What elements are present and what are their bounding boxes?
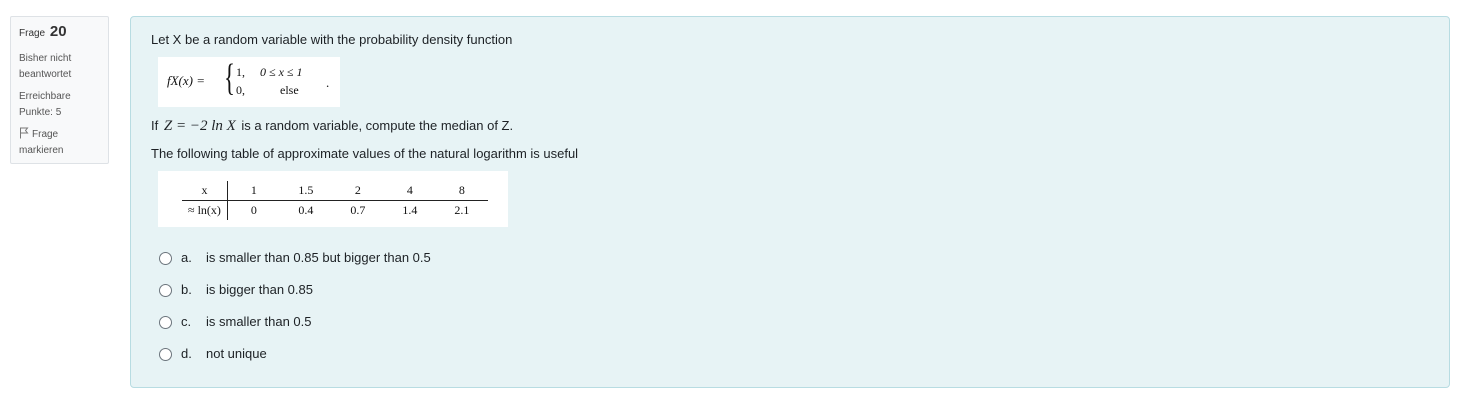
question-label: Frage bbox=[19, 28, 46, 39]
answer-letter: a. bbox=[181, 250, 192, 265]
ln-table-box: x 1 1.5 2 4 8 ≈ ln(x) 0 0.4 0.7 1.4 2.1 bbox=[158, 171, 508, 227]
flag-line-2: markieren bbox=[19, 145, 64, 156]
flag-icon bbox=[20, 127, 29, 139]
task-suffix: is a random variable, compute the median… bbox=[241, 118, 514, 133]
case1-condition: 0 ≤ x ≤ 1 bbox=[260, 65, 303, 79]
question-intro: Let X be a random variable with the prob… bbox=[151, 32, 513, 47]
pdf-lhs: fX(x) = bbox=[167, 73, 206, 88]
ln-table: x 1 1.5 2 4 8 ≈ ln(x) 0 0.4 0.7 1.4 2.1 bbox=[182, 181, 488, 220]
grade-line-2: Punkte: 5 bbox=[19, 107, 62, 118]
flag-line-1: Frage bbox=[32, 129, 59, 140]
cases-brace: { bbox=[224, 57, 235, 99]
pdf-period: . bbox=[326, 75, 330, 90]
grade-line-1: Erreichbare bbox=[19, 91, 71, 102]
radio-button-a[interactable] bbox=[159, 252, 172, 265]
table-intro: The following table of approximate value… bbox=[151, 146, 579, 161]
ln-value: 0.4 bbox=[298, 203, 314, 217]
flag-question-link[interactable]: Frage markieren bbox=[19, 127, 100, 159]
state-line-2: beantwortet bbox=[19, 69, 72, 80]
answer-text: not unique bbox=[206, 346, 267, 361]
radio-button-c[interactable] bbox=[159, 316, 172, 329]
answer-text: is bigger than 0.85 bbox=[206, 282, 313, 297]
radio-button-b[interactable] bbox=[159, 284, 172, 297]
question-content: Let X be a random variable with the prob… bbox=[130, 16, 1450, 388]
ln-value: 1.4 bbox=[402, 203, 418, 217]
answer-text: is smaller than 0.5 bbox=[206, 314, 312, 329]
state-line-1: Bisher nicht bbox=[19, 53, 72, 64]
x-value: 1.5 bbox=[279, 181, 332, 201]
table-row-ln: ≈ ln(x) 0 0.4 0.7 1.4 2.1 bbox=[182, 200, 488, 220]
answer-letter: b. bbox=[181, 282, 192, 297]
ln-value: 0 bbox=[250, 203, 257, 217]
question-task: If Z = −2 ln X is a random variable, com… bbox=[151, 118, 513, 134]
table-row-x: x 1 1.5 2 4 8 bbox=[182, 181, 488, 201]
row-label-x: x bbox=[182, 181, 228, 201]
x-value: 8 bbox=[435, 181, 488, 201]
question-state: Bisher nicht beantwortet bbox=[19, 51, 100, 83]
row-label-ln: ≈ ln(x) bbox=[182, 200, 228, 220]
question-info-panel: Frage 20 Bisher nicht beantwortet Erreic… bbox=[10, 16, 109, 164]
x-value: 2 bbox=[331, 181, 384, 201]
radio-button-d[interactable] bbox=[159, 348, 172, 361]
answer-letter: c. bbox=[181, 314, 192, 329]
x-value: 1 bbox=[227, 181, 280, 201]
task-prefix: If bbox=[151, 118, 159, 133]
question-grade: Erreichbare Punkte: 5 bbox=[19, 89, 100, 121]
question-number: Frage 20 bbox=[19, 23, 100, 41]
answer-text: is smaller than 0.85 but bigger than 0.5 bbox=[206, 250, 431, 265]
answer-letter: d. bbox=[181, 346, 192, 361]
pdf-formula: fX(x) = { 1, 0 ≤ x ≤ 1 0, else . bbox=[158, 57, 340, 107]
ln-value: 0.7 bbox=[350, 203, 366, 217]
ln-value: 2.1 bbox=[454, 203, 470, 217]
case2-value: 0, bbox=[236, 83, 245, 97]
case2-condition: else bbox=[280, 83, 299, 97]
task-math: Z = −2 ln X bbox=[163, 118, 236, 134]
question-number-value: 20 bbox=[49, 23, 67, 40]
x-value: 4 bbox=[383, 181, 436, 201]
case1-value: 1, bbox=[236, 65, 245, 79]
